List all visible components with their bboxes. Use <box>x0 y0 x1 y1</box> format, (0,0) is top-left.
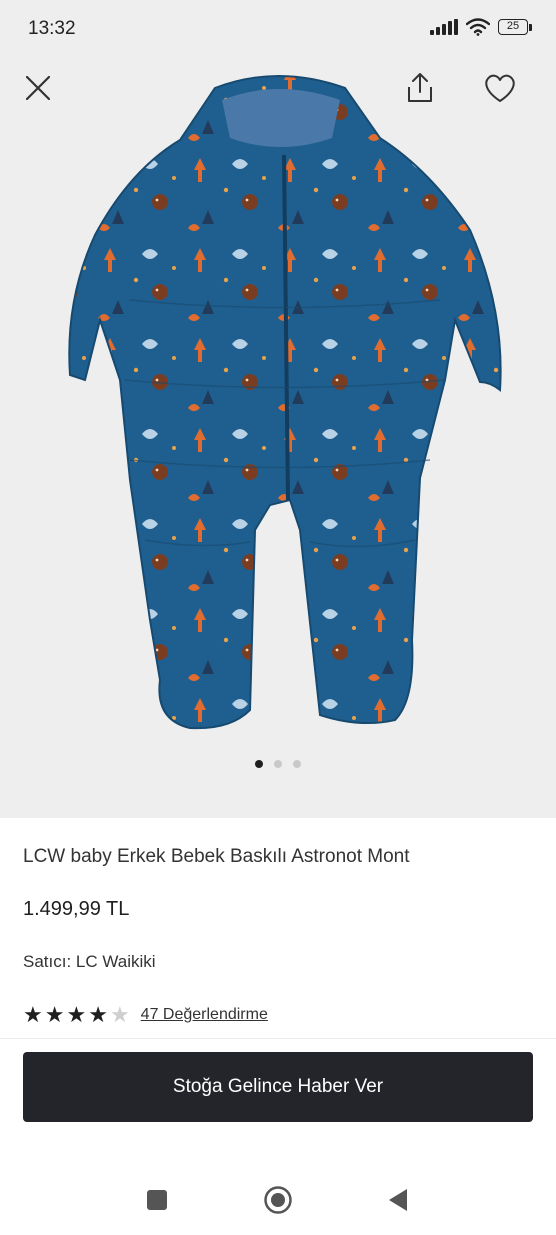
product-image <box>0 60 556 818</box>
star-icon: ★ <box>88 1002 108 1027</box>
gallery-pagination <box>0 760 556 768</box>
star-icon: ★ <box>44 1002 65 1027</box>
star-icon: ★ <box>23 1002 43 1027</box>
signal-icon <box>430 19 458 35</box>
status-icons: 25 <box>430 18 532 36</box>
product-title: LCW baby Erkek Bebek Baskılı Astronot Mo… <box>23 846 410 867</box>
back-icon <box>389 1189 407 1211</box>
pagination-dot[interactable] <box>293 760 301 768</box>
favorite-button[interactable] <box>478 66 522 110</box>
star-icon: ★ <box>66 1002 87 1027</box>
system-navigation-bar <box>0 1160 556 1235</box>
status-bar: 13:32 25 <box>0 0 556 60</box>
reviews-link[interactable]: 47 Değerlendirme <box>141 1006 268 1024</box>
wifi-icon <box>466 18 490 36</box>
share-icon <box>408 73 432 102</box>
share-button[interactable] <box>398 66 442 110</box>
home-icon <box>264 1186 292 1214</box>
recent-apps-icon <box>147 1190 167 1210</box>
pagination-dot[interactable] <box>274 760 282 768</box>
close-button[interactable] <box>16 66 60 110</box>
recent-apps-button[interactable] <box>141 1184 173 1216</box>
star-empty-icon: ★ <box>109 1002 130 1027</box>
rating-stars: ★ ★ ★ ★ ★ <box>23 1004 130 1026</box>
seller-name[interactable]: Satıcı: LC Waikiki <box>23 952 156 972</box>
status-time: 13:32 <box>28 18 76 39</box>
notify-when-in-stock-button[interactable]: Stoğa Gelince Haber Ver <box>23 1052 533 1122</box>
back-button[interactable] <box>382 1184 414 1216</box>
battery-level: 25 <box>498 19 528 35</box>
product-price: 1.499,99 TL <box>23 898 130 920</box>
close-icon <box>25 75 51 101</box>
battery-icon: 25 <box>498 19 532 35</box>
pagination-dot-active[interactable] <box>255 760 263 768</box>
home-button[interactable] <box>262 1184 294 1216</box>
divider <box>0 1038 556 1039</box>
rating-row: ★ ★ ★ ★ ★ 47 Değerlendirme <box>23 1004 268 1026</box>
heart-icon <box>485 74 515 102</box>
product-image-gallery[interactable] <box>0 60 556 818</box>
